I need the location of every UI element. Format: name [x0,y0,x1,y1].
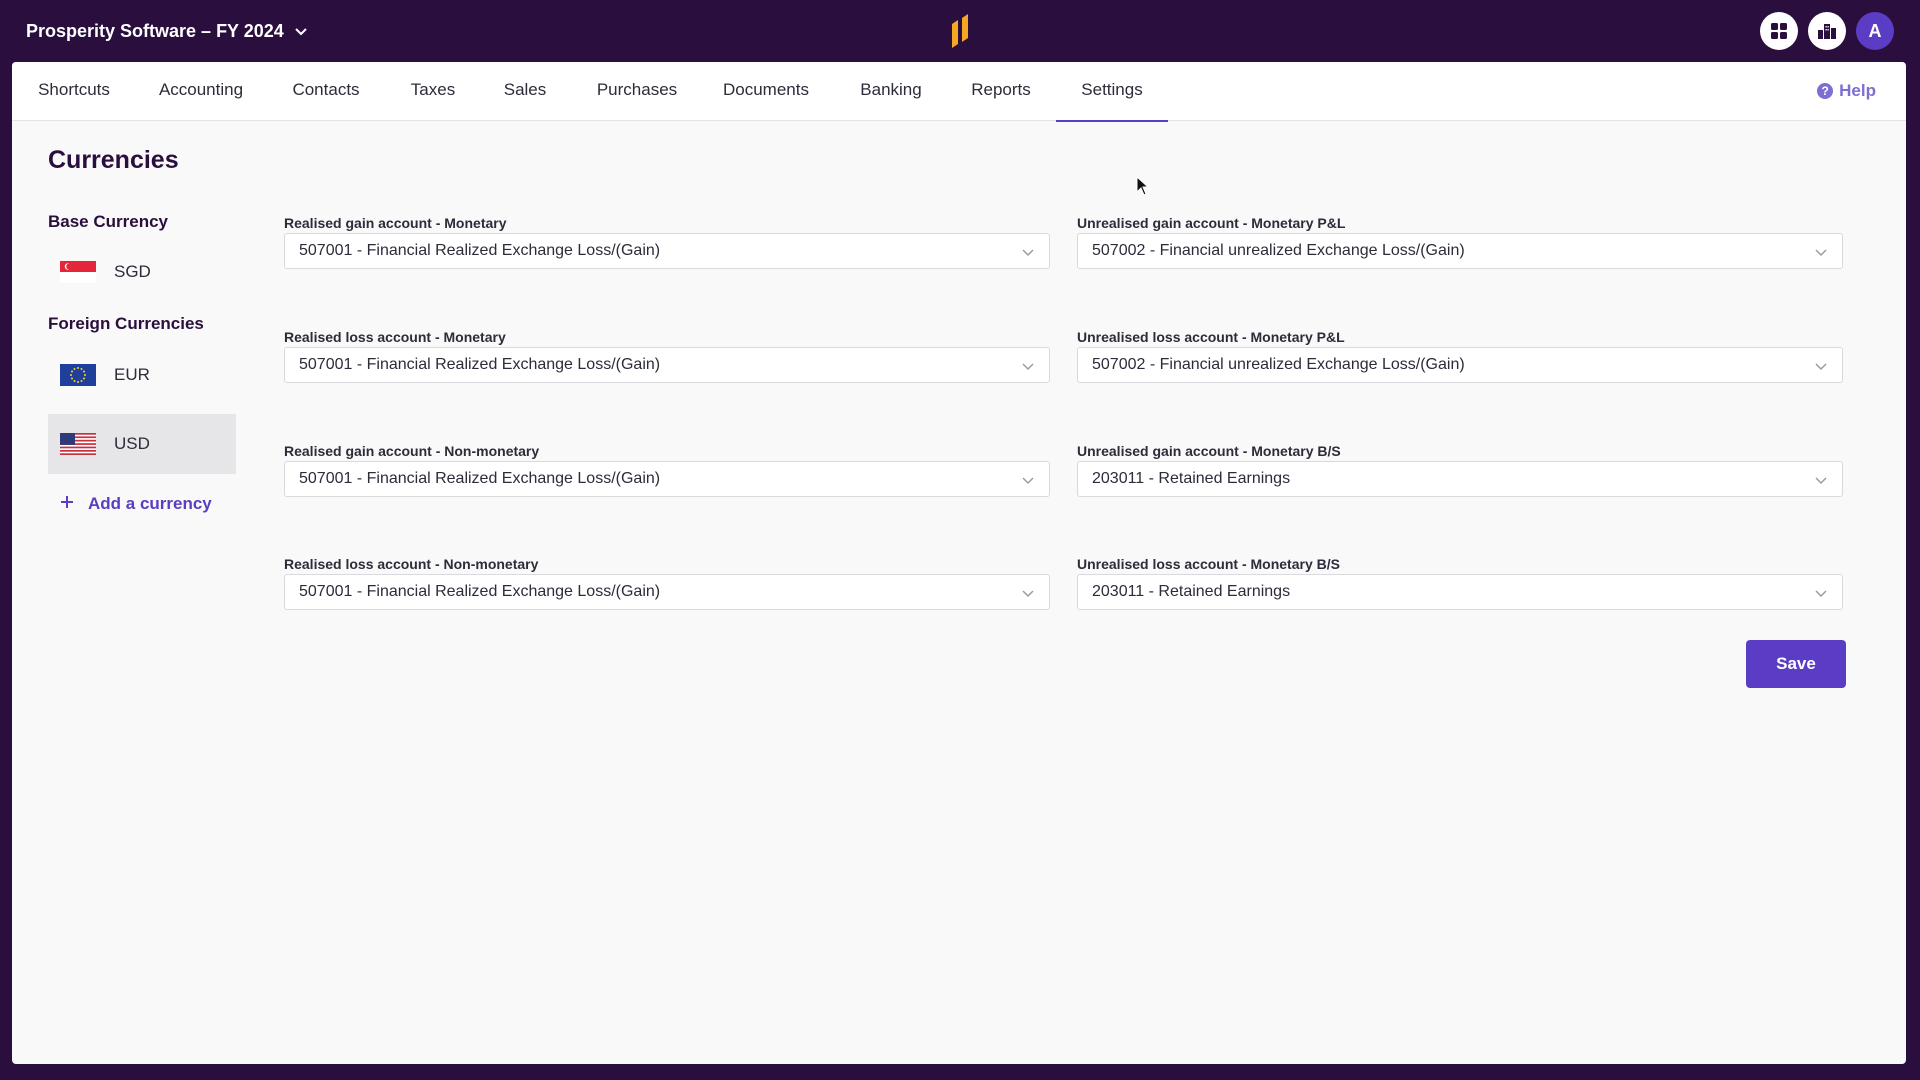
realised-loss-nonmonetary-select[interactable]: 507001 - Financial Realized Exchange Los… [284,574,1050,610]
chevron-down-icon [1814,473,1828,492]
main-nav: Shortcuts Accounting Contacts Taxes Sale… [12,62,1906,122]
us-flag-icon [60,433,96,455]
base-currency-heading: Base Currency [48,212,169,231]
select-value: 507001 - Financial Realized Exchange Los… [299,470,661,487]
eu-flag-icon [60,364,96,386]
currency-code: EUR [114,365,150,384]
realised-gain-nonmonetary-select[interactable]: 507001 - Financial Realized Exchange Los… [284,461,1050,497]
chevron-down-icon [1814,586,1828,605]
top-bar: Prosperity Software – FY 2024 A [0,0,1920,62]
select-value: 507002 - Financial unrealized Exchange L… [1092,242,1465,259]
add-currency-label: Add a currency [88,494,212,513]
currency-code: USD [114,434,150,453]
select-value: 507002 - Financial unrealized Exchange L… [1092,356,1465,373]
currency-item-sgd[interactable]: SGD [48,242,236,302]
tab-documents[interactable]: Documents [720,62,812,120]
tab-purchases[interactable]: Purchases [592,62,682,120]
tab-reports[interactable]: Reports [968,62,1034,120]
chevron-down-icon [1021,359,1035,378]
unrealised-gain-monetary-pl-label: Unrealised gain account - Monetary P&L [1077,215,1346,231]
chevron-down-icon [294,24,308,38]
chevron-down-icon [1021,586,1035,605]
foreign-currencies-heading: Foreign Currencies [48,314,204,333]
user-avatar[interactable]: A [1856,12,1894,50]
currency-item-eur[interactable]: EUR [48,345,236,405]
unrealised-loss-monetary-bs-label: Unrealised loss account - Monetary B/S [1077,556,1340,572]
help-link[interactable]: ? Help [1817,81,1876,101]
tab-settings[interactable]: Settings [1056,62,1168,122]
chevron-down-icon [1021,473,1035,492]
select-value: 203011 - Retained Earnings [1092,583,1291,600]
realised-loss-nonmonetary-label: Realised loss account - Non-monetary [284,556,539,572]
save-button[interactable]: Save [1746,640,1846,688]
plus-icon [60,494,74,514]
chevron-down-icon [1021,245,1035,264]
realised-loss-monetary-select[interactable]: 507001 - Financial Realized Exchange Los… [284,347,1050,383]
building-icon[interactable] [1808,12,1846,50]
unrealised-loss-monetary-pl-label: Unrealised loss account - Monetary P&L [1077,329,1345,345]
select-value: 507001 - Financial Realized Exchange Los… [299,583,661,600]
select-value: 203011 - Retained Earnings [1092,470,1291,487]
singapore-flag-icon [60,261,96,283]
organization-name: Prosperity Software – FY 2024 [26,20,284,41]
realised-loss-monetary-label: Realised loss account - Monetary [284,329,506,345]
tab-accounting[interactable]: Accounting [156,62,246,120]
tab-sales[interactable]: Sales [502,62,548,120]
mouse-cursor-icon [1136,175,1150,201]
unrealised-loss-monetary-pl-select[interactable]: 507002 - Financial unrealized Exchange L… [1077,347,1843,383]
realised-gain-monetary-label: Realised gain account - Monetary [284,215,507,231]
apps-grid-icon[interactable] [1760,12,1798,50]
organization-switcher[interactable]: Prosperity Software – FY 2024 [26,18,308,44]
tab-taxes[interactable]: Taxes [408,62,458,120]
app-logo[interactable] [949,14,971,48]
select-value: 507001 - Financial Realized Exchange Los… [299,356,661,373]
currency-code: SGD [114,262,151,281]
tab-shortcuts[interactable]: Shortcuts [36,62,112,120]
chevron-down-icon [1814,359,1828,378]
unrealised-gain-monetary-bs-select[interactable]: 203011 - Retained Earnings [1077,461,1843,497]
tab-banking[interactable]: Banking [858,62,924,120]
realised-gain-monetary-select[interactable]: 507001 - Financial Realized Exchange Los… [284,233,1050,269]
chevron-down-icon [1814,245,1828,264]
help-label: Help [1839,81,1876,100]
select-value: 507001 - Financial Realized Exchange Los… [299,242,661,259]
unrealised-gain-monetary-bs-label: Unrealised gain account - Monetary B/S [1077,443,1341,459]
main-panel: Shortcuts Accounting Contacts Taxes Sale… [12,62,1906,1064]
tab-contacts[interactable]: Contacts [290,62,362,120]
unrealised-gain-monetary-pl-select[interactable]: 507002 - Financial unrealized Exchange L… [1077,233,1843,269]
page-title: Currencies [48,146,179,174]
currency-item-usd[interactable]: USD [48,414,236,474]
add-currency-button[interactable]: Add a currency [60,494,212,514]
realised-gain-nonmonetary-label: Realised gain account - Non-monetary [284,443,540,459]
help-icon: ? [1817,83,1834,99]
unrealised-loss-monetary-bs-select[interactable]: 203011 - Retained Earnings [1077,574,1843,610]
